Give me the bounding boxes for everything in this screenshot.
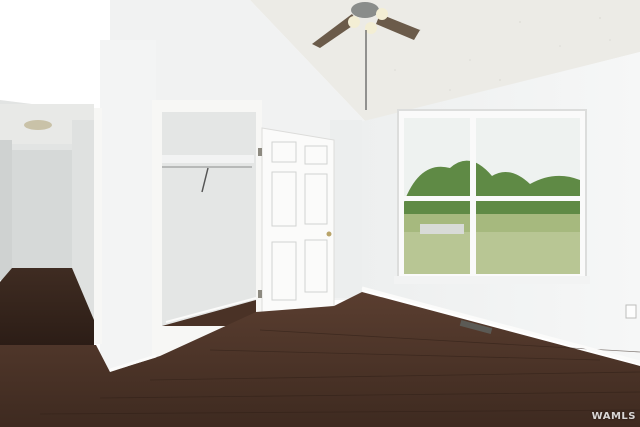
door-hinge-top	[258, 148, 262, 156]
wall-outlet	[625, 304, 637, 319]
room-photo: WAMLS	[0, 0, 640, 427]
window-sill	[394, 276, 590, 284]
door-knob	[326, 231, 332, 237]
partition-wall	[100, 40, 156, 370]
window-transom	[404, 196, 580, 201]
hallway-far-wall	[12, 150, 72, 268]
listing-watermark: WAMLS	[591, 411, 636, 422]
closet-shelf	[162, 155, 254, 163]
back-wall	[330, 120, 362, 298]
door-hinge-bottom	[258, 290, 262, 298]
room-illustration	[0, 0, 640, 427]
hallway-left-wall	[0, 140, 12, 280]
hall-door-frame	[94, 108, 102, 344]
closet-door	[261, 127, 335, 323]
closet-interior	[162, 112, 256, 326]
hallway-light-fixture	[24, 120, 52, 130]
